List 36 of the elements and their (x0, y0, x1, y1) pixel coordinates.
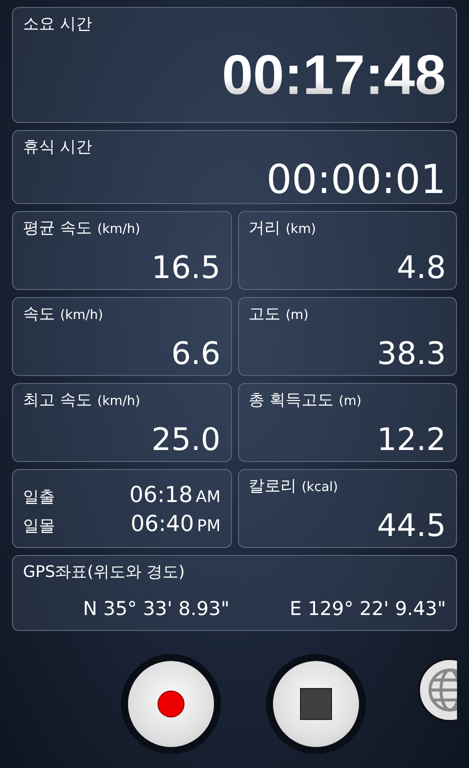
stat-label: 총 획득고도 (248, 390, 334, 409)
sun-label: 일몰 (23, 516, 56, 536)
rest-time-value: 00:00:01 (266, 160, 446, 200)
sun-label: 일출 (23, 486, 56, 508)
stop-icon (300, 688, 332, 720)
rest-time-label: 휴식 시간 (23, 137, 92, 158)
unit-label: (km/h) (60, 308, 104, 323)
record-icon (157, 690, 185, 718)
sun-time: 06:40 (130, 512, 194, 536)
stat-label: 속도 (23, 304, 55, 323)
stat-value: 6.6 (171, 336, 220, 371)
stat-value: 12.2 (376, 422, 446, 457)
am-pm-label: AM (196, 486, 220, 506)
stat-value: 25.0 (151, 422, 220, 457)
unit-label: (kcal) (302, 480, 338, 495)
stat-label: 칼로리 (248, 476, 296, 495)
unit-label: (km/h) (97, 394, 140, 409)
stat-label: 최고 속도 (23, 390, 92, 409)
stat-value: 44.5 (376, 508, 446, 543)
stat-value: 16.5 (151, 250, 220, 285)
gps-label: GPS좌표(위도와 경도) (23, 562, 185, 583)
stat-value: 4.8 (396, 250, 446, 285)
stat-value: 38.3 (376, 336, 446, 371)
stat-label: 거리 (248, 218, 280, 237)
stat-label: 평균 속도 (23, 218, 92, 237)
unit-label: (m) (286, 308, 308, 323)
latitude-value: N 35° 33' 8.93" (83, 598, 230, 620)
sun-time: 06:18 (129, 482, 193, 508)
elapsed-time-label: 소요 시간 (23, 14, 92, 35)
globe-icon[interactable] (418, 658, 457, 722)
unit-label: (km/h) (97, 222, 140, 237)
unit-label: (m) (338, 394, 362, 409)
unit-label: (km) (286, 222, 316, 237)
stat-label: 고도 (248, 304, 280, 323)
am-pm-label: PM (197, 516, 220, 534)
longitude-value: E 129° 22' 9.43" (290, 598, 446, 620)
